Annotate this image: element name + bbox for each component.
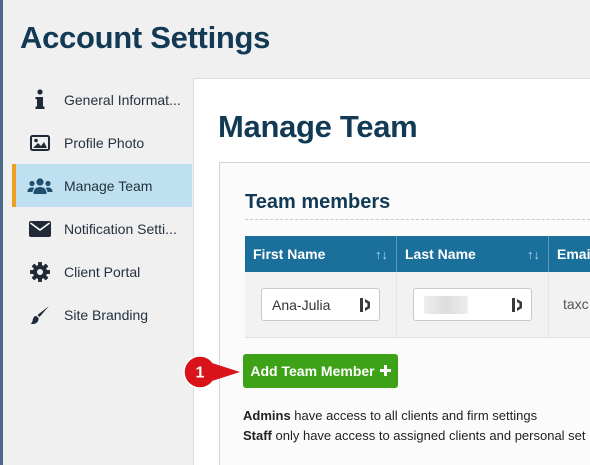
first-name-input[interactable]: Ana-Julia xyxy=(261,288,380,321)
sidebar-item-site-branding[interactable]: Site Branding xyxy=(12,293,192,336)
settings-sidebar: General Informat... Profile Photo Manage… xyxy=(12,78,192,465)
divider xyxy=(245,219,590,220)
brush-icon xyxy=(26,304,54,326)
column-header-label: Last Name xyxy=(405,246,476,262)
column-header-label: Email xyxy=(557,246,590,262)
info-icon xyxy=(26,88,54,111)
users-icon xyxy=(26,175,54,197)
sidebar-item-label: Site Branding xyxy=(64,306,149,323)
email-value: taxc xyxy=(563,296,589,312)
table-header-row: First Name ↑↓ Last Name ↑↓ Email xyxy=(245,236,590,272)
last-name-input[interactable] xyxy=(413,288,532,321)
sidebar-item-label: Notification Setti... xyxy=(64,220,177,237)
add-team-member-button[interactable]: Add Team Member xyxy=(243,354,398,388)
panel-title: Team members xyxy=(245,191,391,213)
team-members-table: First Name ↑↓ Last Name ↑↓ Email Ana-Jul… xyxy=(245,236,590,338)
add-button-label: Add Team Member xyxy=(250,363,375,379)
role-notes: Admins have access to all clients and fi… xyxy=(243,406,586,446)
step-callout-marker: 1 xyxy=(183,355,240,389)
autofill-icon xyxy=(359,297,373,313)
sidebar-item-label: Profile Photo xyxy=(64,134,145,151)
section-title: Manage Team xyxy=(218,109,418,144)
gear-icon xyxy=(26,261,54,283)
admins-note: Admins have access to all clients and fi… xyxy=(243,408,538,423)
cell-first-name: Ana-Julia xyxy=(245,272,397,338)
image-icon xyxy=(26,132,54,154)
sidebar-item-client-portal[interactable]: Client Portal xyxy=(12,250,192,293)
staff-note: Staff only have access to assigned clien… xyxy=(243,428,586,443)
cell-last-name xyxy=(397,272,549,338)
sidebar-item-label: Client Portal xyxy=(64,263,141,280)
column-header-last-name[interactable]: Last Name ↑↓ xyxy=(397,236,549,272)
window-left-edge xyxy=(0,0,3,465)
cell-email: taxc xyxy=(549,272,590,338)
table-row: Ana-Julia taxc xyxy=(245,272,590,338)
sidebar-item-profile-photo[interactable]: Profile Photo xyxy=(12,121,192,164)
plus-icon xyxy=(379,363,391,379)
envelope-icon xyxy=(26,218,54,240)
redacted-value xyxy=(424,295,468,314)
sort-icon: ↑↓ xyxy=(375,247,388,262)
sidebar-item-notification-settings[interactable]: Notification Setti... xyxy=(12,207,192,250)
callout-number: 1 xyxy=(196,365,205,382)
autofill-icon xyxy=(511,297,525,313)
sidebar-item-label: Manage Team xyxy=(64,177,153,194)
column-header-first-name[interactable]: First Name ↑↓ xyxy=(245,236,397,272)
page-title: Account Settings xyxy=(20,20,271,55)
column-header-email[interactable]: Email xyxy=(549,236,590,272)
sidebar-item-general-information[interactable]: General Informat... xyxy=(12,78,192,121)
sort-icon: ↑↓ xyxy=(527,247,540,262)
sidebar-item-label: General Informat... xyxy=(64,91,181,108)
column-header-label: First Name xyxy=(253,246,326,262)
sidebar-item-manage-team[interactable]: Manage Team xyxy=(12,164,192,207)
first-name-value: Ana-Julia xyxy=(272,296,331,313)
